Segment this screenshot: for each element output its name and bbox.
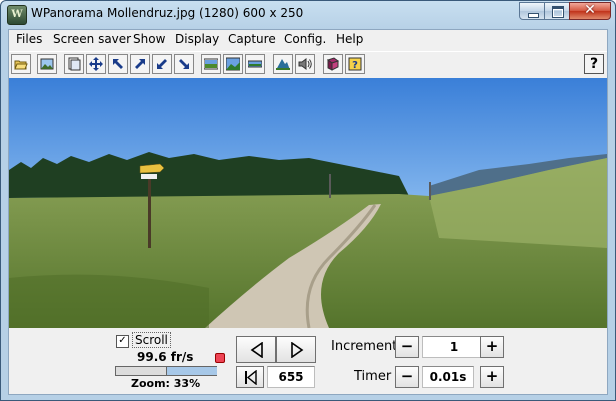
menu-capture[interactable]: Capture (228, 32, 276, 46)
help-card-icon: ? (348, 57, 362, 71)
arrow-upleft-button[interactable] (108, 54, 128, 74)
increment-increase-button[interactable]: + (480, 336, 504, 358)
arrow-downright-button[interactable] (174, 54, 194, 74)
timer-label: Timer (354, 369, 392, 384)
zoom-slider[interactable] (115, 366, 217, 376)
minus-icon: − (400, 337, 414, 355)
close-icon: ✕ (584, 2, 596, 18)
minus-icon: − (400, 367, 414, 385)
book-button[interactable] (323, 54, 343, 74)
move-button[interactable] (86, 54, 106, 74)
minimize-button[interactable] (519, 2, 545, 20)
arrow-downright-icon (179, 59, 189, 69)
sound-icon (298, 58, 312, 70)
title-bar[interactable]: W WPanorama Mollendruz.jpg (1280) 600 x … (1, 1, 615, 27)
arrow-upright-icon (135, 59, 145, 69)
plus-icon: + (485, 337, 499, 355)
panorama-view-icon (204, 58, 218, 70)
help-question-icon: ? (589, 56, 599, 72)
picture-icon (40, 58, 54, 70)
frame-rate-readout: 99.6 fr/s (137, 350, 194, 364)
arrow-downleft-icon (157, 59, 167, 69)
arrow-upright-button[interactable] (130, 54, 150, 74)
panorama-view-3-button[interactable] (245, 54, 265, 74)
menu-show[interactable]: Show (133, 32, 165, 46)
zoom-readout: Zoom: 33% (131, 377, 201, 390)
app-icon[interactable]: W (7, 5, 27, 25)
go-to-start-button[interactable] (236, 366, 264, 388)
panorama-image[interactable] (9, 78, 607, 328)
menu-config[interactable]: Config. (284, 32, 326, 46)
panorama-view-2-icon (226, 57, 240, 71)
timer-increase-button[interactable]: + (480, 366, 504, 388)
menu-bar: Files Screen saver Show Display Capture … (9, 30, 607, 49)
skip-start-icon (245, 370, 257, 385)
pages-button[interactable] (64, 54, 84, 74)
panorama-view-button[interactable] (201, 54, 221, 74)
sound-button[interactable] (295, 54, 315, 74)
toolbar: ? ? (9, 51, 607, 79)
picture-button[interactable] (37, 54, 57, 74)
timer-value[interactable]: 0.01s (422, 366, 474, 388)
panorama-view-2-button[interactable] (223, 54, 243, 74)
scroll-left-button[interactable] (236, 336, 276, 363)
menu-display[interactable]: Display (175, 32, 219, 46)
increment-decrease-button[interactable]: − (395, 336, 419, 358)
context-help-button[interactable]: ? (584, 54, 604, 74)
landscape-icon (276, 59, 290, 70)
increment-label: Increment (331, 339, 398, 354)
menu-files[interactable]: Files (16, 32, 42, 46)
arrow-downleft-button[interactable] (152, 54, 172, 74)
scroll-right-button[interactable] (276, 336, 316, 363)
maximize-button[interactable] (544, 2, 570, 20)
svg-text:?: ? (352, 60, 358, 71)
scroll-checkbox[interactable]: ✓ (116, 335, 129, 348)
position-readout: 655 (267, 366, 315, 388)
timer-decrease-button[interactable]: − (395, 366, 419, 388)
panorama-view-3-icon (248, 60, 262, 68)
triangle-right-icon (291, 342, 304, 358)
book-icon (326, 57, 340, 71)
plus-icon: + (485, 367, 499, 385)
control-panel: ✓ Scroll 99.6 fr/s Zoom: 33% 655 Increme… (9, 328, 607, 394)
open-file-icon (14, 60, 28, 70)
app-window: W WPanorama Mollendruz.jpg (1280) 600 x … (0, 0, 616, 401)
increment-value[interactable]: 1 (422, 336, 486, 358)
pages-icon (68, 57, 81, 71)
speaker-indicator-icon[interactable] (215, 353, 225, 363)
arrow-upleft-icon (113, 59, 123, 69)
maximize-icon (552, 6, 564, 18)
close-button[interactable]: ✕ (569, 2, 611, 20)
minimize-icon (528, 13, 539, 18)
open-file-button[interactable] (11, 54, 31, 74)
menu-help[interactable]: Help (336, 32, 363, 46)
triangle-left-icon (250, 342, 263, 358)
menu-screen-saver[interactable]: Screen saver (53, 32, 131, 46)
client-area: Files Screen saver Show Display Capture … (8, 29, 608, 395)
help-card-button[interactable]: ? (345, 54, 365, 74)
scroll-label[interactable]: Scroll (132, 332, 171, 348)
window-title: WPanorama Mollendruz.jpg (1280) 600 x 25… (31, 6, 304, 20)
move-icon (89, 57, 103, 71)
landscape-button[interactable] (273, 54, 293, 74)
zoom-slider-fill (166, 367, 217, 375)
